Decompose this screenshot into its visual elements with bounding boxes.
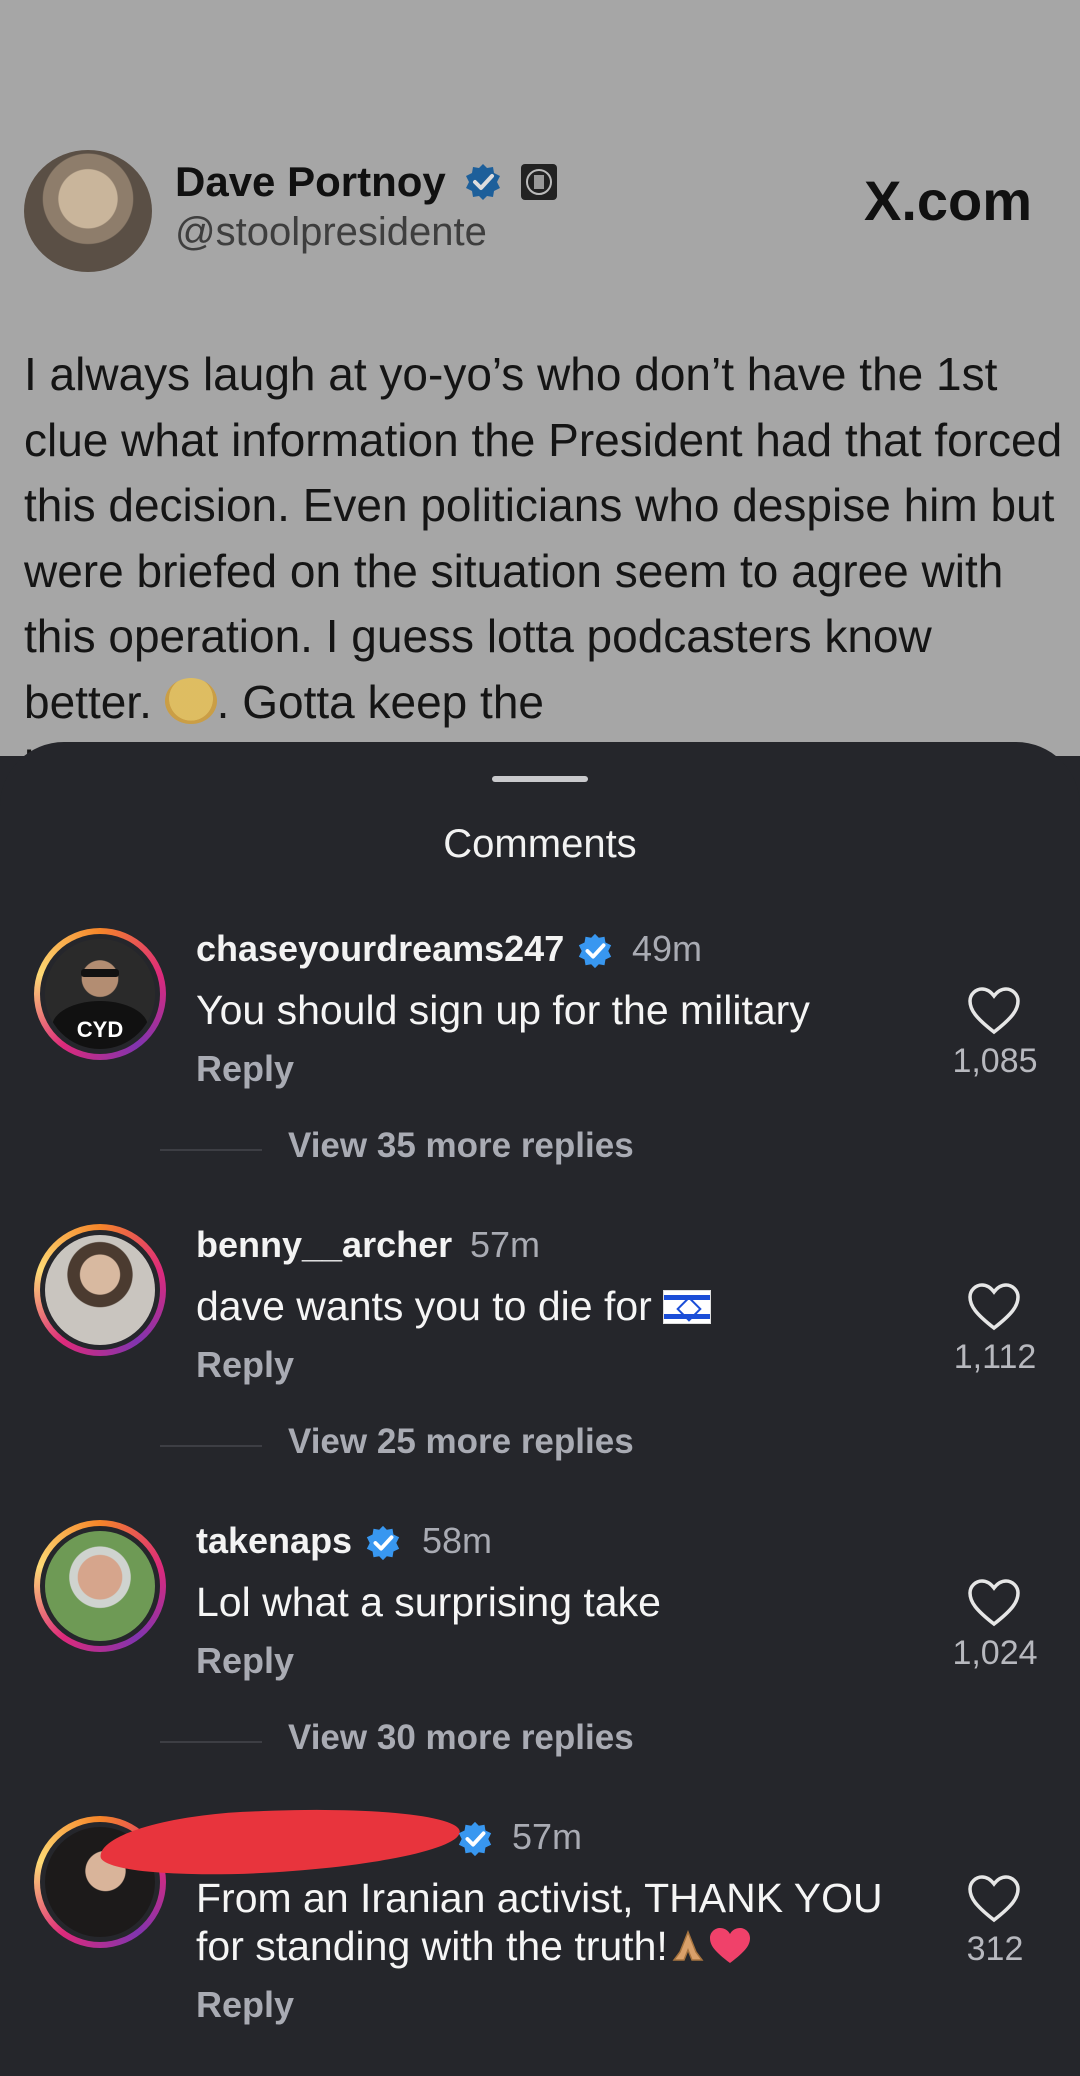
commenter-photo (45, 1235, 155, 1345)
cyd-logo-icon: CYD (52, 969, 148, 1049)
like-count: 1,112 (953, 1338, 1037, 1376)
comment-text: Lol what a surprising take (196, 1579, 661, 1625)
commenter-avatar[interactable]: CYD (34, 928, 166, 1060)
commenter-avatar[interactable] (34, 1224, 166, 1356)
view-more-replies[interactable]: View 25 more replies (160, 1422, 760, 1472)
comments-title: Comments (443, 822, 637, 866)
heart-emoji-icon (709, 1928, 750, 1963)
heart-icon[interactable] (966, 984, 1022, 1040)
barstool-logo-icon (521, 164, 558, 200)
like-count: 1,085 (952, 1042, 1038, 1080)
comment-item: takenaps 58m Lol what a surprising take … (0, 1520, 1080, 1780)
svg-text:CYD: CYD (77, 1017, 123, 1042)
praying-hands-emoji-icon (672, 1929, 704, 1961)
comment-time: 49m (632, 928, 703, 969)
commenter-photo: CYD (45, 939, 155, 1049)
post-author-handle: @stoolpresidente (175, 210, 487, 254)
post-author-avatar (24, 150, 152, 272)
israel-flag-icon (663, 1290, 712, 1324)
reply-button[interactable]: Reply (196, 1640, 294, 1682)
embedded-post[interactable]: Dave Portnoy @stoolpresidente X.com I al… (0, 0, 1080, 793)
comment-text: From an Iranian activist, THANK YOU for … (196, 1875, 883, 1969)
comment-item: CYD chaseyourdreams247 49m You should si… (0, 928, 1080, 1188)
comment-username[interactable]: takenaps (196, 1520, 352, 1562)
reply-button[interactable]: Reply (196, 1984, 294, 2026)
view-more-replies[interactable]: View 35 more replies (160, 1126, 760, 1176)
verified-badge-icon (458, 1821, 492, 1857)
laughing-emoji-icon (164, 677, 217, 724)
verified-badge-icon (578, 933, 612, 969)
comment-text: You should sign up for the military (196, 987, 810, 1033)
verified-badge-icon (466, 164, 501, 200)
comments-sheet: Comments CYD chaseyourdreams247 49m You … (0, 742, 1080, 2050)
post-author-name: Dave Portnoy (175, 158, 559, 206)
post-text: I always laugh at yo-yo’s who don’t have… (24, 348, 1063, 793)
sheet-drag-handle[interactable] (492, 776, 588, 782)
reply-button[interactable]: Reply (196, 1048, 294, 1090)
verified-badge-icon (366, 1525, 400, 1561)
like-count: 1,024 (952, 1634, 1038, 1672)
heart-icon[interactable] (966, 1576, 1022, 1632)
heart-icon[interactable] (966, 1872, 1022, 1928)
reply-button[interactable]: Reply (196, 1344, 294, 1386)
comment-username[interactable]: benny__archer (196, 1224, 452, 1266)
redaction-mark (98, 1800, 462, 1882)
commenter-photo (45, 1531, 155, 1641)
comment-time: 57m (512, 1816, 583, 1857)
comment-time: 58m (422, 1520, 493, 1561)
comment-text: dave wants you to die for (196, 1282, 936, 1330)
comment-item: ouz 57m From an Iranian activist, THANK … (0, 1800, 1080, 2076)
heart-icon[interactable] (966, 1280, 1022, 1336)
comment-time: 57m (470, 1224, 541, 1265)
comment-username[interactable]: chaseyourdreams247 (196, 928, 564, 970)
view-more-replies[interactable]: View 30 more replies (160, 1718, 760, 1768)
commenter-avatar[interactable] (34, 1520, 166, 1652)
comment-item: benny__archer 57m dave wants you to die … (0, 1224, 1080, 1484)
post-site-label: X.com (864, 169, 1033, 232)
like-count: 312 (966, 1930, 1024, 1968)
